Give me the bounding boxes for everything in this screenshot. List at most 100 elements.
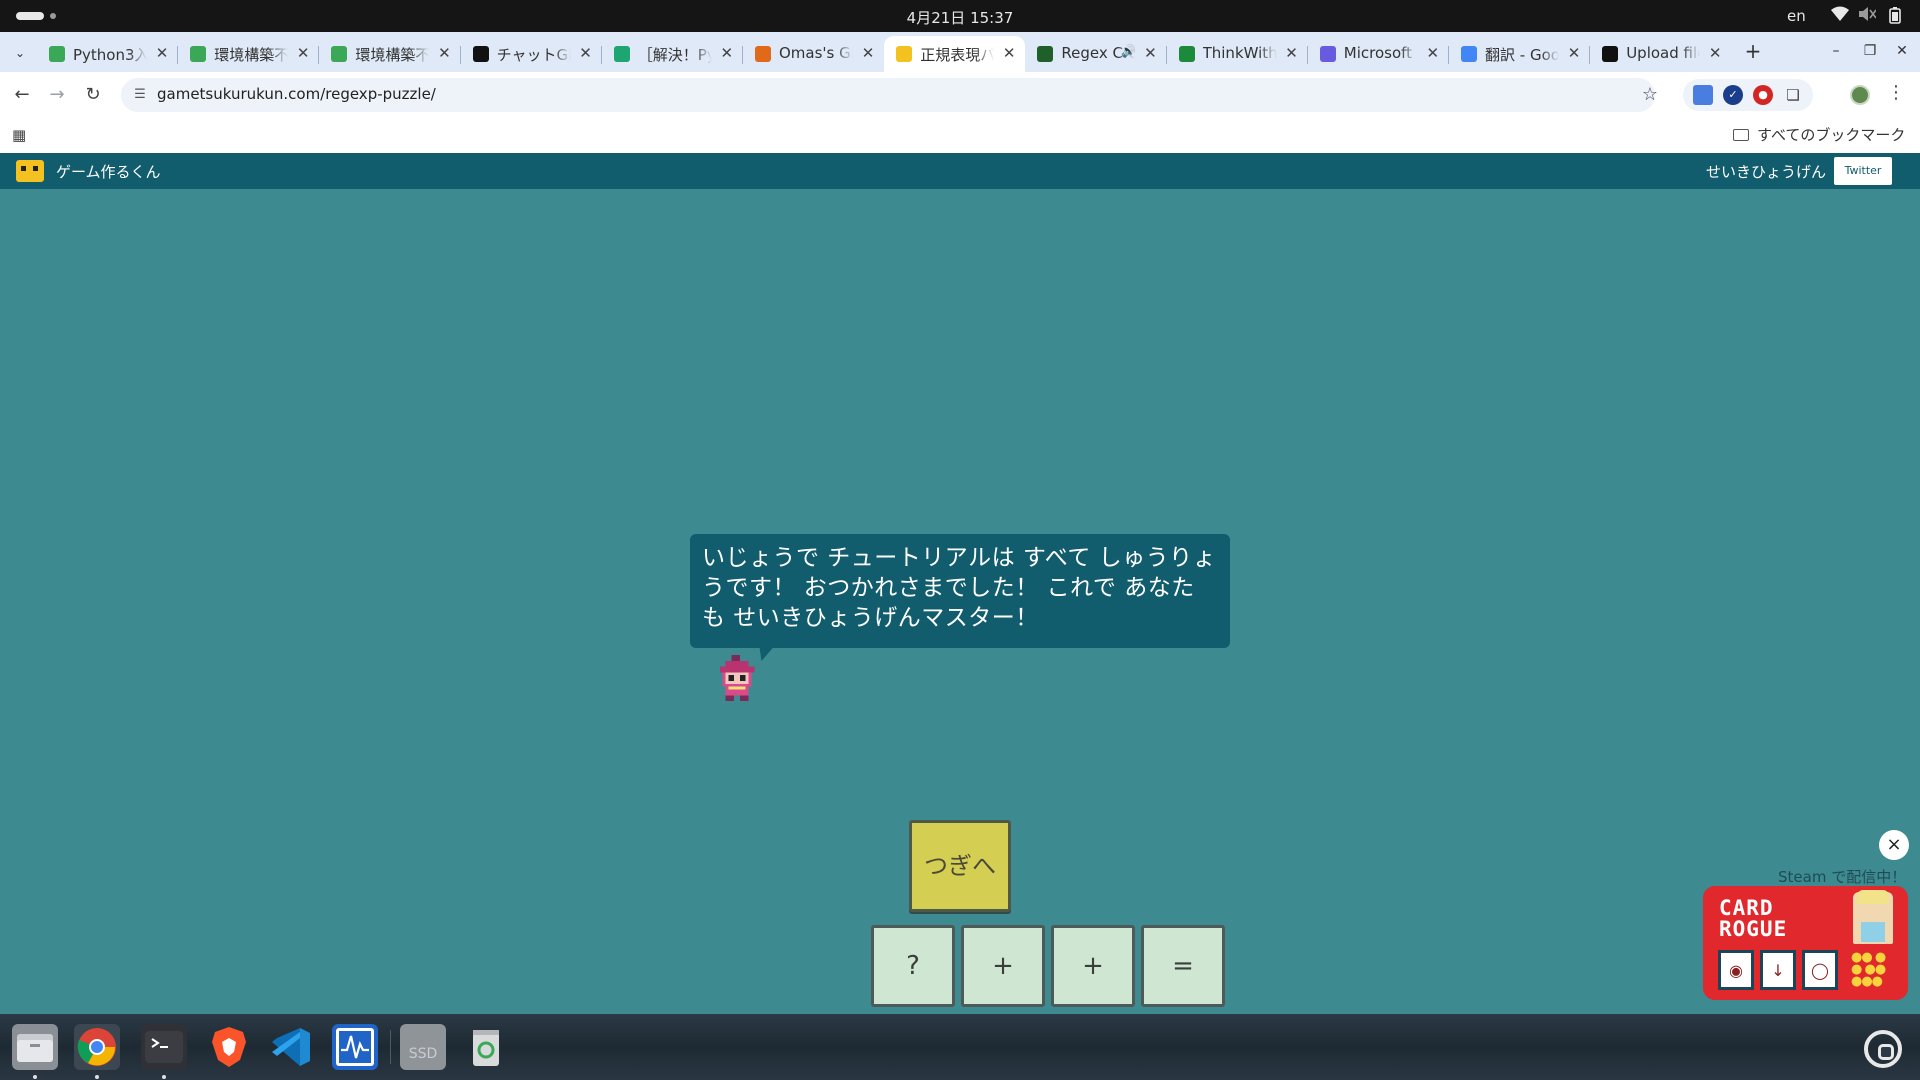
brave-icon[interactable] (206, 1024, 252, 1070)
tab-separator (459, 46, 461, 64)
new-tab-button[interactable]: + (1742, 40, 1764, 62)
tab-close-icon[interactable]: ✕ (577, 44, 595, 62)
restore-button[interactable]: ❐ (1859, 40, 1881, 62)
github-icon (1602, 46, 1619, 62)
tab-3[interactable]: チャットGPT ✕ (461, 36, 602, 72)
tab-2[interactable]: 環境構築不要 ✕ (319, 36, 460, 72)
tab-title: ［解決！Python］ (637, 44, 712, 65)
tab-close-icon[interactable]: ✕ (294, 44, 312, 62)
ad-character-icon (1853, 890, 1893, 944)
google-icon (1461, 46, 1477, 62)
tab-9[interactable]: Microsoft Copilot ✕ (1308, 36, 1449, 72)
volume-muted-icon[interactable] (1856, 6, 1878, 26)
tab-title: Microsoft Copilot (1344, 44, 1418, 62)
tab-0[interactable]: Python3入門 ✕ (37, 36, 178, 72)
tab-title: Upload files (1626, 44, 1701, 62)
copilot-icon (1319, 46, 1336, 62)
bookmark-star-icon[interactable]: ☆ (1639, 84, 1661, 106)
ad-steam-text[interactable]: Steam で配信中！ (1778, 866, 1906, 887)
tab-close-icon[interactable]: ✕ (435, 44, 453, 62)
at-icon (613, 46, 630, 62)
tab-1[interactable]: 環境構築不要 ✕ (178, 36, 319, 72)
folder-icon (1733, 129, 1749, 141)
ad-banner[interactable]: CARD ROGUE ◉ ↓ ◯ ●● ● ● ●● ●●● (1703, 886, 1908, 1000)
extension-reader-icon[interactable] (1693, 85, 1713, 105)
tab-close-icon[interactable]: ✕ (1424, 44, 1442, 62)
twitter-button[interactable]: Twitter (1834, 157, 1892, 185)
tab-close-icon[interactable]: ✕ (718, 44, 736, 62)
vscode-icon[interactable] (268, 1024, 314, 1070)
all-bookmarks-folder[interactable]: すべてのブックマーク (1733, 124, 1905, 145)
triangle-icon (1178, 46, 1195, 62)
ad-close-button[interactable]: × (1879, 830, 1909, 860)
system-monitor-icon[interactable] (332, 1024, 378, 1070)
chrome-icon[interactable] (74, 1024, 120, 1070)
tab-close-icon[interactable]: ✕ (1283, 44, 1301, 62)
extension-adblock-icon[interactable]: ● (1753, 85, 1773, 105)
next-button[interactable]: つぎへ (909, 820, 1011, 912)
address-bar[interactable]: ☰ gametsukurukun.com/regexp-puzzle/ ☆ (121, 78, 1658, 112)
minimize-button[interactable]: – (1825, 40, 1847, 62)
tab-5[interactable]: Omas's GitHub ✕ (743, 36, 884, 72)
ssd-drive-icon[interactable]: SSD (400, 1024, 446, 1070)
tab-11[interactable]: Upload files ✕ (1590, 36, 1731, 72)
clock[interactable]: 4月21日 15:37 (0, 7, 1920, 28)
tab-title: 翻訳 - Google (1485, 44, 1559, 65)
tab-6[interactable]: 正規表現パズル ✕ (884, 36, 1026, 72)
openai-icon (472, 46, 489, 62)
tab-separator (318, 46, 320, 64)
tab-audio-icon[interactable]: 🔊 (1121, 44, 1136, 58)
site-name-link[interactable]: ゲーム作るくん (56, 161, 161, 182)
tab-separator (1448, 46, 1449, 64)
ad-card-arrow-icon: ↓ (1760, 950, 1796, 990)
files-icon[interactable] (12, 1024, 58, 1070)
site-info-icon[interactable]: ☰ (131, 86, 149, 104)
url-text[interactable]: gametsukurukun.com/regexp-puzzle/ (157, 85, 436, 103)
ad-coins-icon: ●● ● ● ●● ●●● (1851, 950, 1886, 989)
extension-check-icon[interactable]: ✓ (1723, 85, 1743, 105)
tab-close-icon[interactable]: ✕ (1000, 44, 1018, 62)
game-icon (896, 46, 913, 62)
browser-toolbar: ← → ↻ ☰ gametsukurukun.com/regexp-puzzle… (0, 72, 1920, 118)
spiral-icon (190, 46, 207, 62)
trash-icon[interactable] (463, 1024, 509, 1070)
reload-icon[interactable]: ↻ (80, 82, 106, 108)
ad-title: CARD ROGUE (1719, 896, 1788, 941)
tab-7[interactable]: Regex Crossword🔊✕ (1025, 36, 1166, 72)
close-window-button[interactable]: ✕ (1891, 40, 1913, 62)
show-apps-icon[interactable] (1864, 1030, 1902, 1068)
profile-avatar[interactable] (1850, 85, 1870, 105)
tab-4[interactable]: ［解決！Python］ ✕ (602, 36, 743, 72)
terminal-icon[interactable] (141, 1024, 187, 1070)
tab-separator (1306, 46, 1308, 64)
all-bookmarks-label: すべてのブックマーク (1757, 126, 1906, 144)
key-plus-1[interactable]: + (961, 925, 1045, 1007)
battery-icon[interactable] (1884, 6, 1906, 26)
forward-arrow-icon[interactable]: → (44, 82, 70, 108)
tab-close-icon[interactable]: ✕ (1141, 44, 1159, 62)
app-icon (755, 46, 771, 62)
key-plus-2[interactable]: + (1051, 925, 1135, 1007)
tab-title: チャットGPT (497, 44, 571, 65)
tab-close-icon[interactable]: ✕ (1565, 44, 1583, 62)
wifi-icon[interactable] (1829, 6, 1851, 26)
game-title: せいきひょうげん (1706, 163, 1827, 181)
tab-close-icon[interactable]: ✕ (859, 44, 877, 62)
back-arrow-icon[interactable]: ← (9, 82, 35, 108)
tab-8[interactable]: ThinkWithAI ✕ (1167, 36, 1308, 72)
keyboard-language[interactable]: en (1787, 7, 1806, 25)
menu-kebab-icon[interactable]: ⋮ (1886, 82, 1906, 108)
tab-close-icon[interactable]: ✕ (153, 44, 171, 62)
apps-grid-icon[interactable]: ▦ (12, 126, 30, 144)
extensions-puzzle-icon[interactable]: ❏ (1783, 85, 1803, 105)
ad-card-bug-icon: ◉ (1718, 950, 1754, 990)
key-question[interactable]: ? (871, 925, 955, 1007)
key-equals[interactable]: = (1141, 925, 1225, 1007)
tab-10[interactable]: 翻訳 - Google ✕ (1449, 36, 1590, 72)
os-top-bar: 4月21日 15:37 en (0, 0, 1920, 32)
tab-search-chevron-icon[interactable]: ⌄ (8, 41, 32, 65)
tab-separator (1165, 46, 1167, 64)
tab-close-icon[interactable]: ✕ (1706, 44, 1724, 62)
tab-separator (177, 46, 179, 64)
site-logo-icon[interactable] (16, 160, 44, 182)
